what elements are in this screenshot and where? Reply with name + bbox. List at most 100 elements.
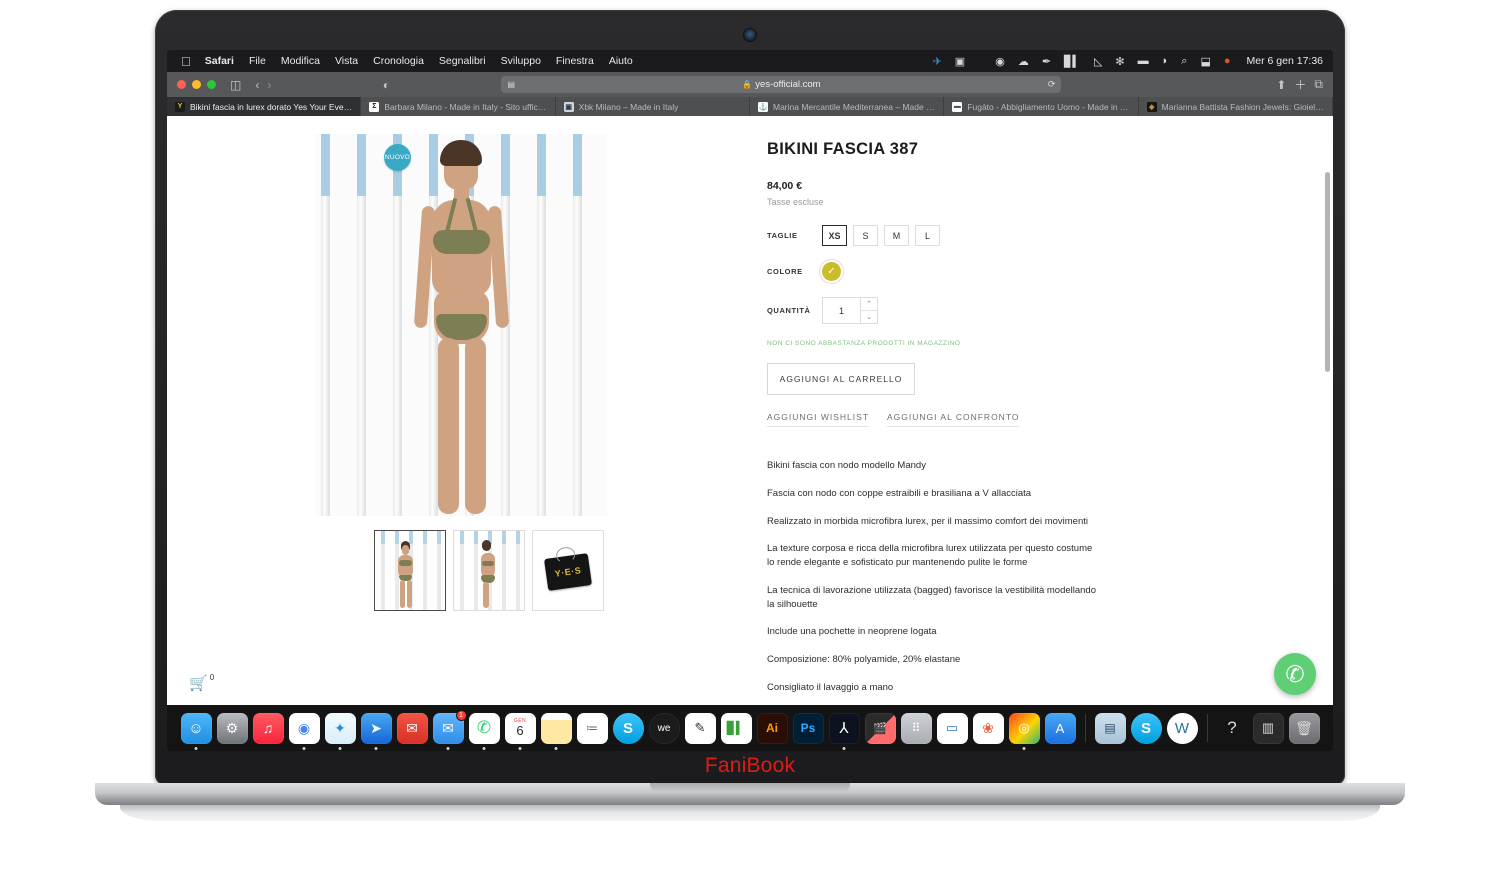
mini-cart[interactable]: 🛒 0 [189,673,214,691]
safari-icon[interactable]: ✦ [324,712,356,750]
skype-business-icon[interactable]: S [1130,712,1162,744]
quantity-stepper[interactable]: 1 ⌃ ⌄ [822,297,878,324]
battery-icon[interactable]: ▬ [1138,55,1149,67]
tab-overview-icon[interactable]: ⧉ [1314,77,1323,92]
menu-modifica[interactable]: Modifica [281,55,320,67]
plus-icon[interactable]: ＋ [1294,76,1306,93]
finder-icon[interactable]: ☺ [180,712,212,750]
system-preferences-icon[interactable]: ⚙ [216,712,248,744]
gmail-icon[interactable]: ✉ [396,712,428,744]
thumb-front-view[interactable] [374,530,446,611]
share-icon[interactable]: ⬆ [1276,78,1286,92]
close-button[interactable] [177,80,186,89]
add-to-wishlist-link[interactable]: AGGIUNGI WISHLIST [767,412,870,427]
tab-title-1: Bikini fascia in lurex dorato Yes Your E… [190,101,352,112]
chevron-up-icon[interactable]: ⌃ [861,298,877,311]
cloud-icon[interactable]: ☁ [1018,55,1029,68]
imovie-icon[interactable]: 🎬 [864,712,896,744]
page-scrollbar[interactable] [1325,172,1330,372]
browser-tab-2[interactable]: Σ Barbara Milano - Made in Italy - Sito … [361,97,556,116]
reader-icon[interactable]: ▤ [507,80,515,89]
minimize-button[interactable] [192,80,201,89]
downloads-stack-icon[interactable]: ▥ [1252,712,1284,744]
calendar-icon[interactable]: GEN 6 [504,712,536,750]
contrast-icon[interactable]: ◐ [383,78,390,92]
control-center-icon[interactable]: ⬓ [1200,55,1210,68]
quantity-value[interactable]: 1 [823,298,860,323]
user-icon[interactable]: ● [1224,55,1231,67]
product-hero-image[interactable] [315,134,607,516]
browser-tab-4[interactable]: ⚓ Marina Mercantile Mediterranea – Made … [750,97,945,116]
whatsapp-dock-icon[interactable]: ✆ [468,712,500,750]
window-controls [177,80,216,89]
wetransfer-icon[interactable]: we [648,712,680,744]
address-bar[interactable]: ▤ 🔒 yes-official.com ⟳ [501,76,1062,93]
size-option-m[interactable]: M [884,225,909,246]
safari-tabbar: Y Bikini fascia in lurex dorato Yes Your… [167,97,1333,116]
thumb-pouch[interactable]: Y·E·S [532,530,604,611]
preview-icon[interactable]: ▤ [1094,712,1126,744]
sidebar-icon[interactable]: ◫ [230,78,241,92]
tab-favicon-fugato: ▬ [952,101,963,112]
thumb-back-view[interactable] [453,530,525,611]
size-option-xs[interactable]: XS [822,225,847,246]
add-to-cart-button[interactable]: AGGIUNGI AL CARRELLO [767,363,915,395]
menu-finestra[interactable]: Finestra [556,55,594,67]
photos-icon[interactable]: ❀ [972,712,1004,744]
menu-cronologia[interactable]: Cronologia [373,55,424,67]
illustrator-icon[interactable]: Ai [756,712,788,744]
browser-tab-3[interactable]: ▣ Xbk Milano – Made in Italy [556,97,750,116]
equalizer-icon[interactable]: ▊▍ [1064,55,1081,68]
menu-aiuto[interactable]: Aiuto [609,55,633,67]
eye-icon[interactable]: ◉ [995,55,1005,68]
bluetooth-icon[interactable]: ✻ [1115,55,1124,68]
help-icon[interactable]: ? [1216,712,1248,744]
trash-icon[interactable]: 🗑 [1288,712,1320,744]
menu-segnalibri[interactable]: Segnalibri [439,55,486,67]
chevron-down-icon[interactable]: ⌄ [861,311,877,323]
ia-writer-icon[interactable]: ✎ [684,712,716,744]
music-icon[interactable]: ♫ [252,712,284,744]
display-icon[interactable]: ▣ [955,55,965,68]
numbers-icon[interactable]: ▊▍ [720,712,752,744]
calendar-day: 6 [516,723,524,738]
menu-vista[interactable]: Vista [335,55,358,67]
back-icon[interactable]: ‹ [255,78,259,92]
whatsapp-icon[interactable]: ✆ [1274,653,1316,695]
search-icon[interactable]: ⌕ [1181,55,1187,68]
keynote-icon[interactable]: ▭ [936,712,968,744]
telegram-icon[interactable]: ✈ [933,55,942,68]
desc-line-1: Bikini fascia con nodo modello Mandy [767,460,926,471]
airdrop-off-icon[interactable]: ◺ [1094,55,1102,68]
reload-icon[interactable]: ⟳ [1048,79,1056,90]
acrobat-icon[interactable]: ⅄ [828,712,860,750]
size-option-s[interactable]: S [853,225,878,246]
forward-icon[interactable]: › [267,78,271,92]
safari-window-chrome: ◫ ‹ › ◐ ▤ 🔒 yes-official.com ⟳ ⬆ ＋ ⧉ Y B… [167,72,1333,116]
menu-sviluppo[interactable]: Sviluppo [501,55,541,67]
menu-safari[interactable]: Safari [205,55,234,67]
notes-icon[interactable] [540,712,572,750]
add-to-compare-link[interactable]: AGGIUNGI AL CONFRONTO [887,412,1020,427]
menubar-clock[interactable]: Mer 6 gen 17:36 [1247,55,1323,67]
browser-tab-1[interactable]: Y Bikini fascia in lurex dorato Yes Your… [167,97,362,116]
wordpress-icon[interactable]: W [1166,712,1198,744]
browser-tab-5[interactable]: ▬ Fugàto - Abbigliamento Uomo - Made in … [944,97,1139,116]
menu-file[interactable]: File [249,55,266,67]
apple-icon[interactable]:  [181,55,191,68]
color-swatch-olive-gold[interactable]: ✓ [822,262,841,281]
maximize-button[interactable] [207,80,216,89]
wifi-icon[interactable]: ◗ [1162,55,1169,67]
reminders-icon[interactable]: ≔ [576,712,608,744]
app-store-icon[interactable]: A [1044,712,1076,744]
pen-icon[interactable]: ✒ [1042,55,1051,68]
spark-mail-icon[interactable]: ➤ [360,712,392,750]
chrome-icon[interactable]: ◉ [288,712,320,750]
launchpad-icon[interactable]: ⠿ [900,712,932,744]
browser-tab-6[interactable]: ◈ Marianna Battista Fashion Jewels: Gioi… [1139,97,1333,116]
photoshop-icon[interactable]: Ps [792,712,824,744]
mail-icon[interactable]: ✉ 1 [432,709,467,750]
creative-cloud-icon[interactable]: ◎ [1008,712,1040,750]
skype-icon[interactable]: S [612,712,644,744]
size-option-l[interactable]: L [915,225,940,246]
